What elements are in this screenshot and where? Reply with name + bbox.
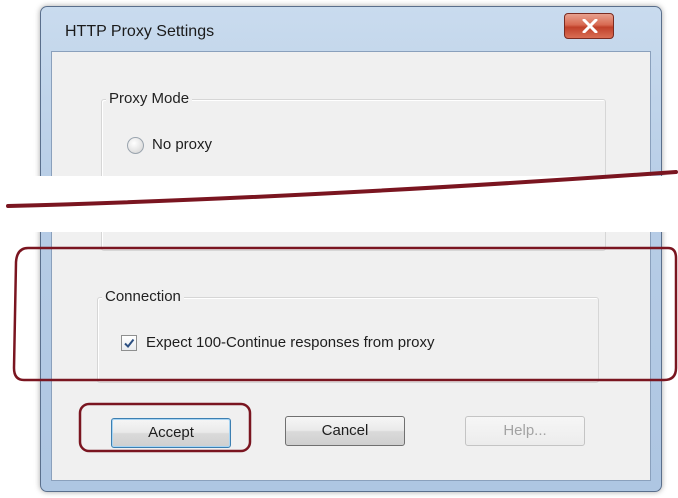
annotation-cut-line (6, 170, 678, 208)
annotation-accept-highlight (78, 402, 252, 453)
annotation-overlay (6, 170, 678, 453)
annotation-connection-highlight (12, 246, 678, 382)
